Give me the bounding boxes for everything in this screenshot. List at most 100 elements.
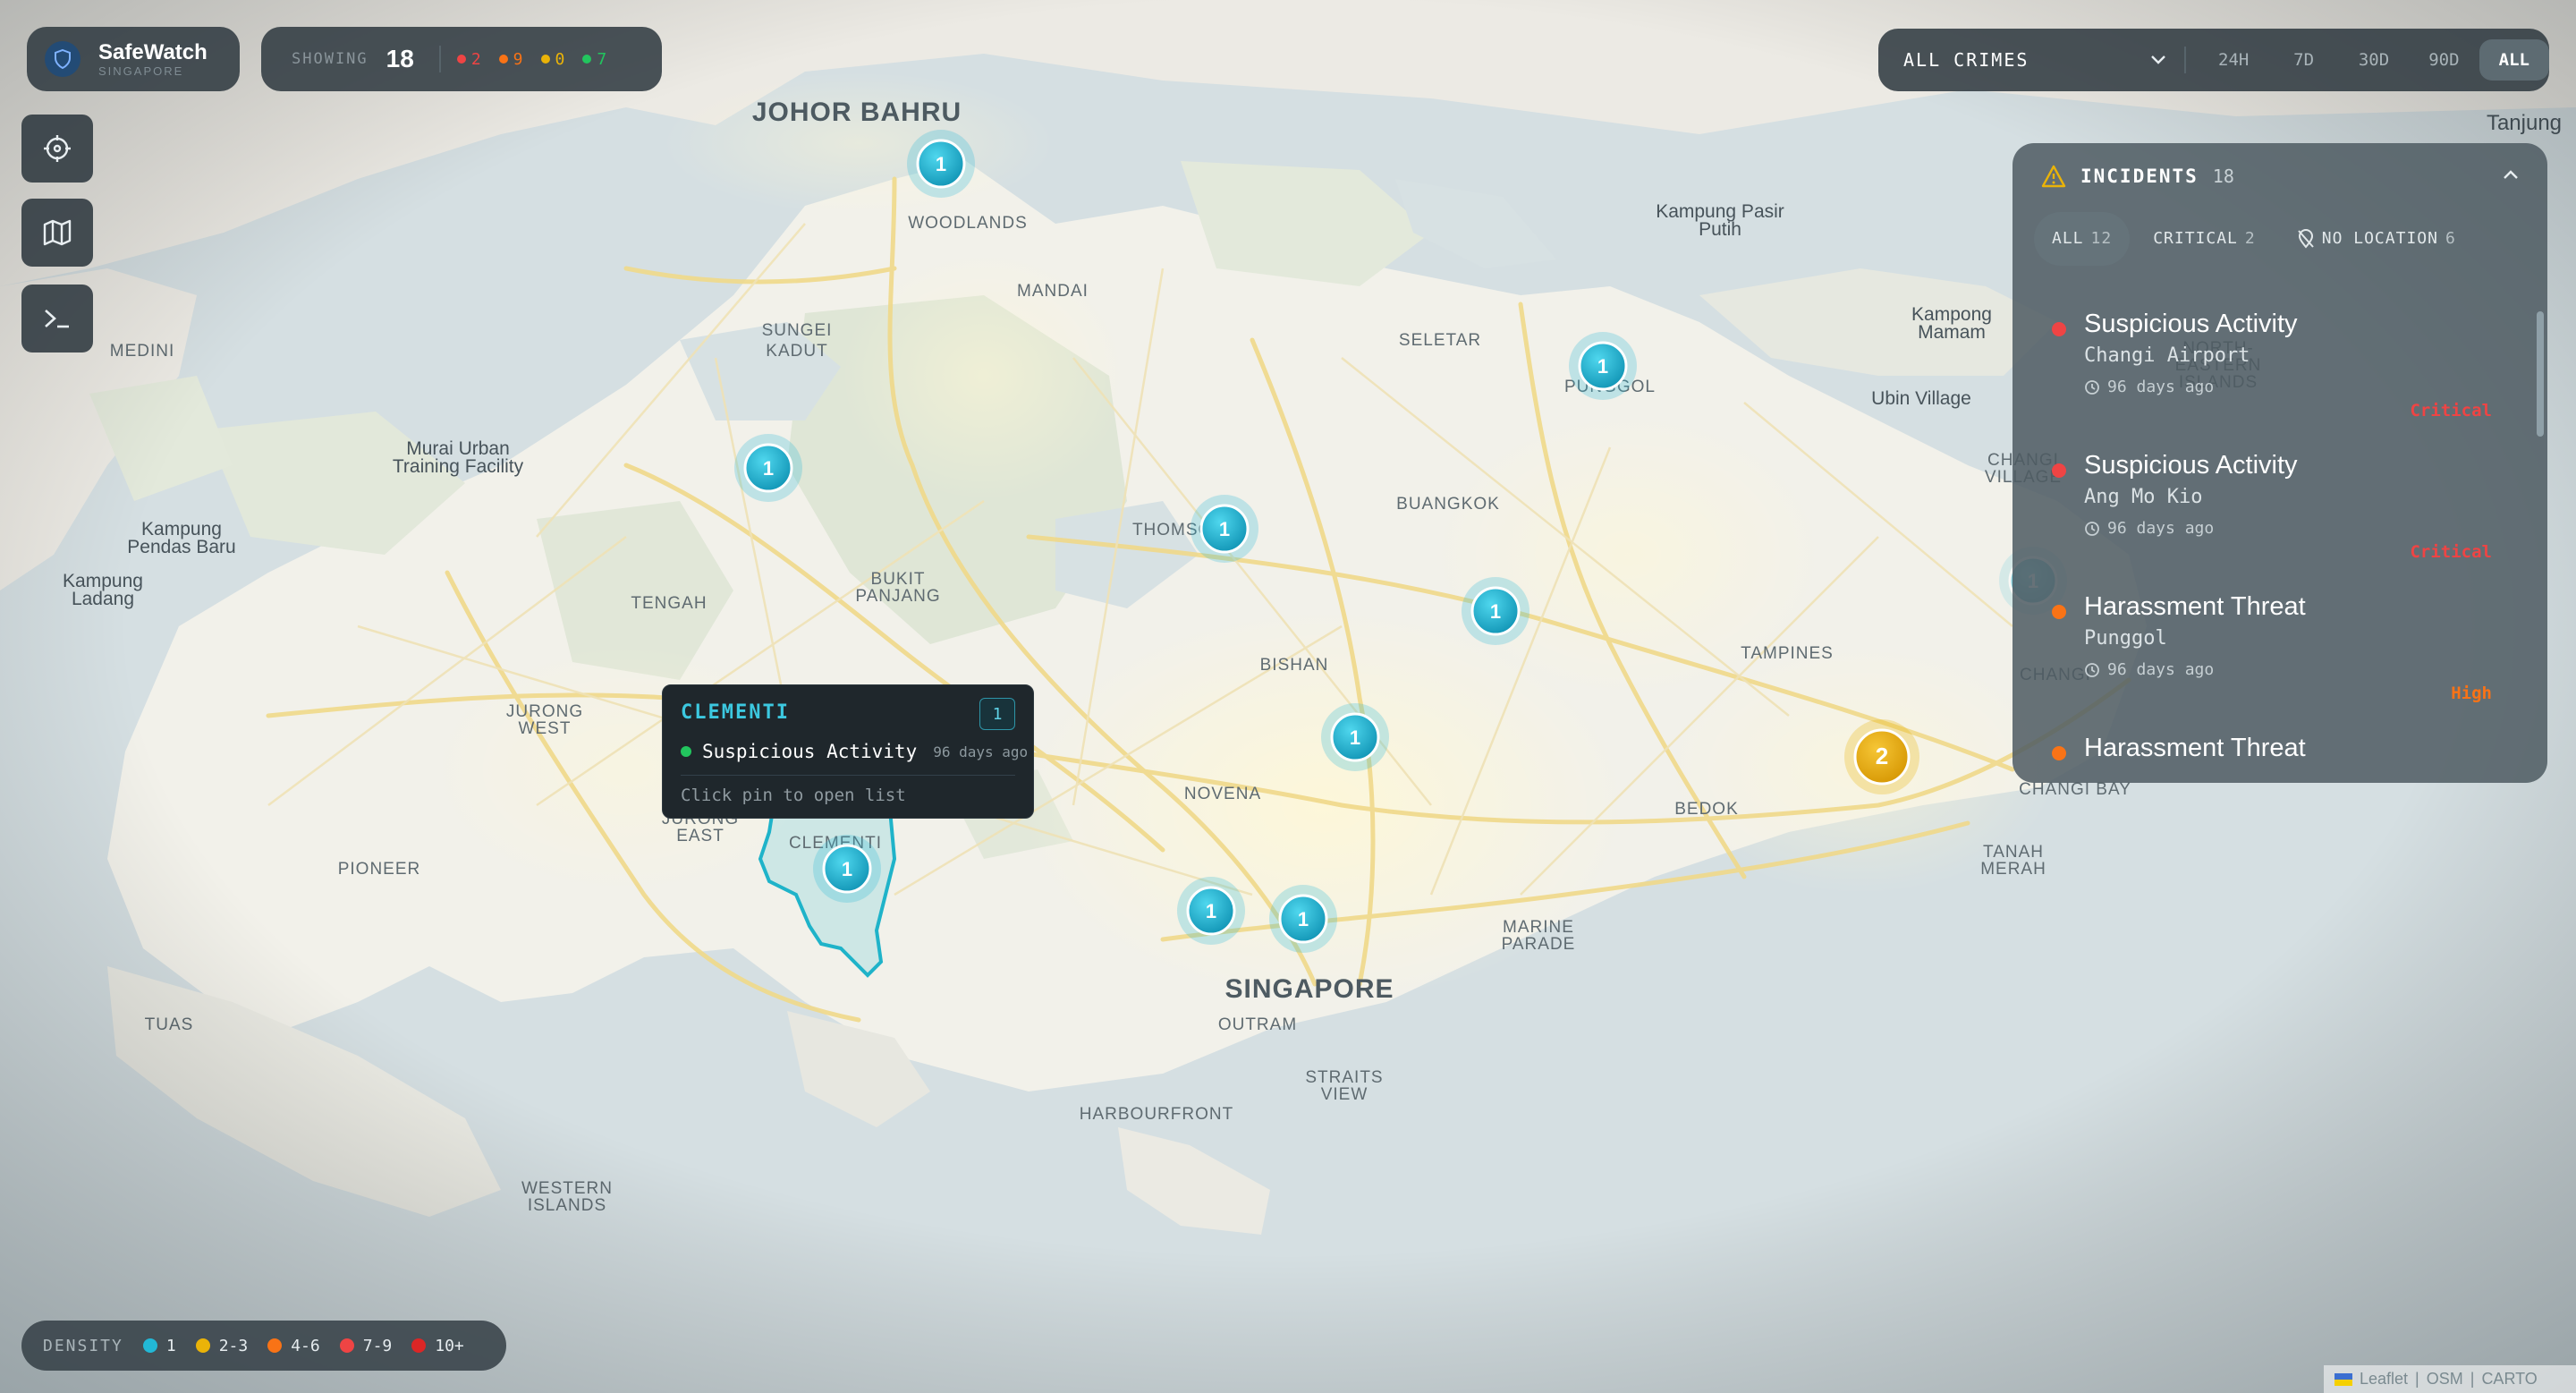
chevron-up-icon[interactable] [2501, 165, 2521, 184]
incidents-title: INCIDENTS [2080, 166, 2199, 187]
critical-count: 2 [456, 50, 481, 69]
range-30d-button[interactable]: 30D [2339, 39, 2409, 81]
pin-count: 1 [763, 457, 774, 480]
clock-icon [2085, 521, 2099, 536]
chevron-down-icon [2151, 55, 2165, 64]
range-all-button[interactable]: ALL [2479, 39, 2549, 81]
map-icon [43, 219, 72, 246]
pin-count: 1 [1597, 355, 1608, 378]
pin-count: 1 [1298, 908, 1309, 930]
legend-item: 2-3 [195, 1337, 248, 1355]
clock-icon [2085, 662, 2099, 677]
map-pin[interactable]: 1 [1177, 877, 1245, 945]
crosshair-icon [44, 135, 71, 162]
severity-dot-icon [2052, 746, 2066, 760]
map-pin[interactable]: 1 [1191, 495, 1258, 563]
terminal-button[interactable] [21, 285, 93, 352]
severity-dot-icon [2052, 605, 2066, 619]
scrollbar[interactable] [2537, 311, 2544, 437]
crime-type-select[interactable]: ALL CRIMES [1903, 49, 2166, 71]
divider [681, 775, 1015, 776]
tab-critical[interactable]: CRITICAL 2 [2135, 212, 2274, 266]
severity-dot-icon [2052, 463, 2066, 478]
list-item[interactable]: Harassment Threat [2012, 719, 2547, 783]
severity-label: High [2451, 684, 2492, 703]
map-pin[interactable]: 1 [1462, 577, 1530, 645]
tooltip-hint: Click pin to open list [681, 786, 906, 805]
critical-dot-icon [456, 55, 466, 64]
incidents-count: 18 [2212, 166, 2234, 187]
legend-item: 10+ [411, 1337, 464, 1355]
app-name: SafeWatch [98, 39, 208, 64]
map-pin[interactable]: 1 [813, 835, 881, 903]
legend-item: 4-6 [267, 1337, 320, 1355]
incident-meta: 96 days ago [2084, 519, 2547, 538]
low-count: 7 [582, 50, 606, 69]
incidents-tabs: ALL 12 CRITICAL 2 NO LOCATION 6 [2012, 209, 2547, 268]
incident-title: Suspicious Activity [2084, 310, 2298, 338]
osm-link[interactable]: OSM [2427, 1370, 2463, 1389]
tab-no-location[interactable]: NO LOCATION 6 [2279, 212, 2474, 266]
pin-count: 1 [1206, 900, 1216, 922]
map-pin[interactable]: 1 [1569, 332, 1637, 400]
area-tooltip: CLEMENTI 1 Suspicious Activity 96 days a… [662, 684, 1034, 819]
incident-location: Punggol [2084, 627, 2167, 650]
density-dot-icon [339, 1338, 354, 1353]
app-subtitle: SINGAPORE [98, 64, 184, 78]
list-item[interactable]: Suspicious Activity Changi Airport 96 da… [2012, 295, 2547, 437]
incidents-panel: INCIDENTS 18 ALL 12 CRITICAL 2 NO LOCATION… [2012, 143, 2547, 783]
incident-title: Suspicious Activity [2084, 451, 2298, 480]
legend-item: 1 [142, 1337, 176, 1355]
map-pin[interactable]: 1 [734, 434, 802, 502]
incident-location: Changi Airport [2084, 344, 2250, 367]
clock-icon [2085, 379, 2099, 395]
map-pin[interactable]: 1 [907, 130, 975, 198]
map-attribution: Leaflet | OSM | CARTO [2324, 1365, 2576, 1393]
severity-label: Critical [2410, 401, 2492, 420]
high-dot-icon [498, 55, 508, 64]
map-pin[interactable]: 2 [1844, 719, 1919, 794]
divider [2184, 47, 2186, 73]
incident-list: Suspicious Activity Changi Airport 96 da… [2012, 295, 2547, 783]
status-dot-icon [681, 746, 691, 757]
pin-count: 1 [1219, 518, 1230, 540]
incidents-header[interactable]: INCIDENTS 18 [2012, 143, 2547, 209]
map-pin[interactable]: 1 [1269, 885, 1337, 953]
list-item[interactable]: Harassment Threat Punggol 96 days ago Hi… [2012, 578, 2547, 719]
divider [438, 46, 441, 72]
legend-item: 7-9 [339, 1337, 392, 1355]
map-pin[interactable]: 1 [1321, 703, 1389, 771]
tooltip-incident[interactable]: Suspicious Activity 96 days ago [681, 741, 1028, 762]
medium-dot-icon [540, 55, 550, 64]
density-dot-icon [267, 1338, 283, 1353]
filter-bar: ALL CRIMES 24H 7D 30D 90D ALL [1878, 29, 2549, 91]
tab-all[interactable]: ALL 12 [2034, 212, 2131, 266]
leaflet-link[interactable]: Leaflet [2360, 1370, 2408, 1389]
showing-label: SHOWING [292, 50, 369, 68]
carto-link[interactable]: CARTO [2481, 1370, 2537, 1389]
pin-count: 2 [1876, 743, 1888, 769]
showing-count: 18 [386, 45, 414, 72]
ukraine-flag-icon [2334, 1372, 2352, 1386]
density-dot-icon [411, 1338, 427, 1353]
list-item[interactable]: Suspicious Activity Ang Mo Kio 96 days a… [2012, 437, 2547, 578]
brand-panel: SafeWatch SINGAPORE [27, 27, 240, 91]
low-dot-icon [582, 55, 592, 64]
warning-icon [2041, 165, 2066, 188]
medium-count: 0 [540, 50, 564, 69]
terminal-icon [45, 310, 69, 328]
range-7d-button[interactable]: 7D [2268, 39, 2338, 81]
range-90d-button[interactable]: 90D [2409, 39, 2479, 81]
range-24h-button[interactable]: 24H [2199, 39, 2268, 81]
incident-title: Harassment Threat [2084, 592, 2306, 621]
locate-button[interactable] [21, 115, 93, 183]
incident-title: Harassment Threat [2084, 734, 2306, 762]
map-layers-button[interactable] [21, 199, 93, 267]
legend-title: DENSITY [43, 1336, 123, 1355]
density-legend: DENSITY 1 2-3 4-6 7-9 10+ [21, 1321, 506, 1371]
location-off-icon [2298, 229, 2314, 249]
pin-count: 1 [842, 858, 852, 880]
pin-count: 1 [936, 153, 946, 175]
stats-panel: SHOWING 18 2 9 0 7 [261, 27, 662, 91]
severity-label: Critical [2410, 542, 2492, 562]
